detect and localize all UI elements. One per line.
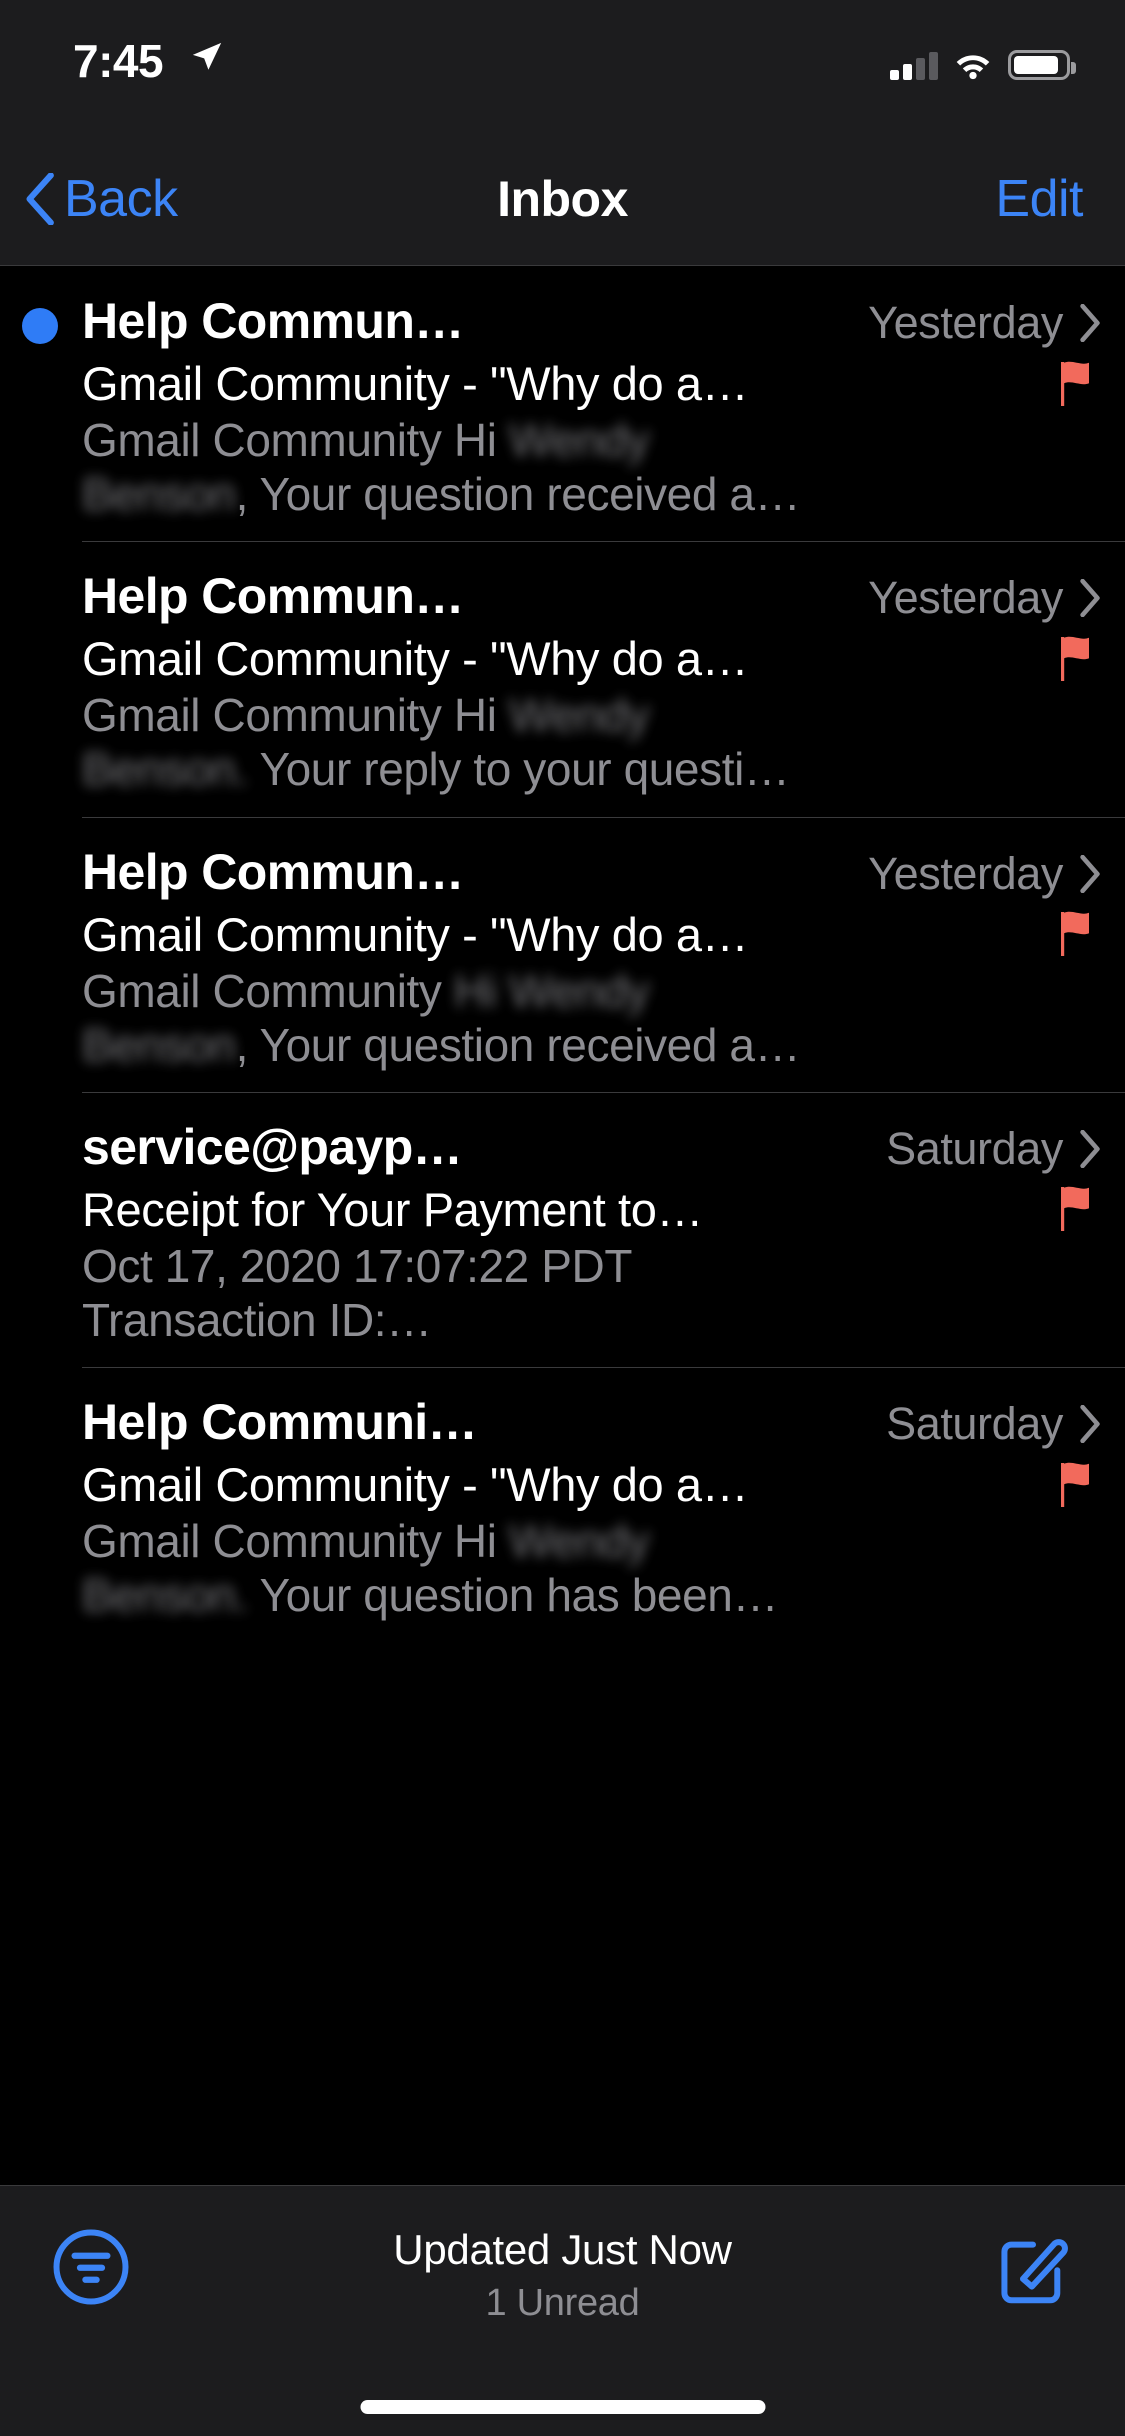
flag-icon: [1061, 636, 1089, 681]
mail-preview-redacted: Benson.: [82, 743, 248, 796]
wifi-icon: [956, 55, 990, 80]
mail-subject-row: Receipt for Your Payment to…: [0, 1176, 1125, 1237]
mail-preview-redacted: Benson: [82, 468, 236, 521]
mail-list[interactable]: Help Commun… Yesterday Gmail Community - "…: [0, 266, 1125, 2185]
mail-sender: service@payp…: [82, 1118, 463, 1175]
chevron-right-icon: [1080, 1129, 1100, 1168]
sync-status: Updated Just Now 1 Unread: [0, 2226, 1125, 2325]
mail-preview-line-1: Gmail Community Hi Wendy: [0, 411, 1125, 465]
mail-subject: Gmail Community - "Why do a…: [82, 907, 749, 961]
mail-row-header: Help Commun… Yesterday: [0, 292, 1125, 350]
mail-subject: Gmail Community - "Why do a…: [82, 632, 749, 686]
mail-preview-line-2: Benson, Your question received a…: [0, 465, 1125, 519]
mail-row[interactable]: Help Communi… Saturday Gmail Community - "…: [0, 1367, 1125, 1642]
mail-inbox-screen: 7:45 Back Inbox Edit Help Commun… Yester…: [0, 0, 1125, 2436]
mail-preview-redacted: Benson.: [82, 1569, 248, 1622]
status-bar-time: 7:45: [73, 35, 164, 87]
bottom-toolbar: Updated Just Now 1 Unread: [0, 2185, 1125, 2436]
mail-preview-line-2: Benson. Your question has been…: [0, 1566, 1125, 1620]
battery-fill: [1014, 56, 1058, 74]
mail-subject: Receipt for Your Payment to…: [82, 1182, 704, 1236]
mail-date: Yesterday: [868, 572, 1063, 624]
mail-row[interactable]: service@payp… Saturday Receipt for Your Pa…: [0, 1091, 1125, 1367]
mail-preview-text: Transaction ID:…: [82, 1293, 432, 1346]
mail-row-header: Help Communi… Saturday: [0, 1393, 1125, 1451]
mail-preview-line-1: Gmail Community Hi Wendy: [0, 686, 1125, 740]
mail-preview-redacted: Wendy: [508, 1515, 650, 1567]
edit-button[interactable]: Edit: [995, 169, 1083, 229]
mail-row-header: Help Commun… Yesterday: [0, 567, 1125, 625]
mail-subject-row: Gmail Community - "Why do a…: [0, 350, 1125, 411]
battery-icon: [1008, 50, 1076, 80]
mail-row-meta: Saturday: [886, 1398, 1101, 1450]
mail-preview-text: Your reply to your questi…: [248, 743, 790, 796]
mail-preview-line-2: Transaction ID:…: [0, 1291, 1125, 1345]
location-arrow-icon: [192, 42, 222, 70]
home-indicator: [360, 2400, 765, 2414]
mail-row-header: service@payp… Saturday: [0, 1118, 1125, 1176]
mail-subject-row: Gmail Community - "Why do a…: [0, 625, 1125, 686]
mail-preview-line-1: Gmail Community Hi Wendy: [0, 1512, 1125, 1566]
flag-icon: [1061, 1462, 1089, 1507]
mail-preview-redacted: Benson: [82, 1018, 236, 1071]
mail-preview-redacted: Hi Wendy: [453, 964, 650, 1017]
chevron-right-icon: [1080, 304, 1100, 342]
mail-preview-redacted: Wendy: [508, 414, 650, 466]
mail-preview-redacted: Wendy: [508, 689, 650, 742]
cellular-signal-icon: [890, 50, 938, 80]
mail-preview-line-2: Benson. Your reply to your questi…: [0, 740, 1125, 794]
mail-preview-text: , Your question received a…: [235, 468, 801, 521]
chevron-right-icon: [1080, 579, 1100, 618]
mail-sender: Help Communi…: [82, 1394, 478, 1450]
mail-date: Saturday: [886, 1122, 1063, 1174]
mail-row[interactable]: Help Commun… Yesterday Gmail Community - "…: [0, 266, 1125, 541]
flag-icon: [1061, 1187, 1089, 1232]
mail-sender: Help Commun…: [82, 293, 464, 349]
status-bar: 7:45: [0, 0, 1125, 132]
mail-preview-text: Gmail Community Hi: [82, 1515, 497, 1567]
status-bar-indicators: [890, 38, 1076, 80]
mail-date: Saturday: [886, 1398, 1063, 1449]
mail-preview-text: Gmail Community Hi: [82, 689, 497, 742]
mail-preview-text: Gmail Community Hi: [82, 414, 497, 466]
chevron-right-icon: [1080, 1405, 1100, 1443]
flag-icon: [1061, 361, 1089, 406]
mail-preview-line-1: Gmail Community Hi Wendy: [0, 962, 1125, 1017]
unread-dot: [22, 308, 58, 344]
mail-row-header: Help Commun… Yesterday: [0, 843, 1125, 901]
mail-subject-row: Gmail Community - "Why do a…: [0, 901, 1125, 962]
mail-preview-line-1: Oct 17, 2020 17:07:22 PDT: [0, 1237, 1125, 1291]
flag-icon: [1061, 911, 1089, 956]
mail-subject-row: Gmail Community - "Why do a…: [0, 1451, 1125, 1512]
mail-row-meta: Yesterday: [868, 297, 1101, 349]
mail-preview-text: Gmail Community: [82, 964, 442, 1017]
mail-preview-line-2: Benson, Your question received a…: [0, 1016, 1125, 1071]
page-title: Inbox: [497, 170, 628, 227]
sync-status-title: Updated Just Now: [393, 2226, 732, 2273]
chevron-right-icon: [1080, 854, 1100, 893]
mail-row[interactable]: Help Commun… Yesterday Gmail Community - "…: [0, 816, 1125, 1092]
mail-subject: Gmail Community - "Why do a…: [82, 357, 749, 410]
mail-sender: Help Commun…: [82, 843, 464, 900]
mail-date: Yesterday: [868, 297, 1063, 348]
mail-row-meta: Saturday: [886, 1123, 1101, 1175]
mail-row[interactable]: Help Commun… Yesterday Gmail Community - "…: [0, 541, 1125, 816]
mail-row-meta: Yesterday: [868, 848, 1101, 900]
mail-preview-text: Oct 17, 2020 17:07:22 PDT: [82, 1239, 633, 1292]
mail-subject: Gmail Community - "Why do a…: [82, 1458, 749, 1511]
unread-count-label: 1 Unread: [485, 2282, 640, 2324]
mail-preview-text: , Your question received a…: [235, 1018, 801, 1071]
navigation-bar: Back Inbox Edit: [0, 132, 1125, 266]
mail-sender: Help Commun…: [82, 568, 464, 625]
mail-preview-text: Your question has been…: [248, 1569, 779, 1622]
compose-icon[interactable]: [993, 2226, 1073, 2306]
mail-row-meta: Yesterday: [868, 572, 1101, 624]
mail-date: Yesterday: [868, 847, 1063, 899]
